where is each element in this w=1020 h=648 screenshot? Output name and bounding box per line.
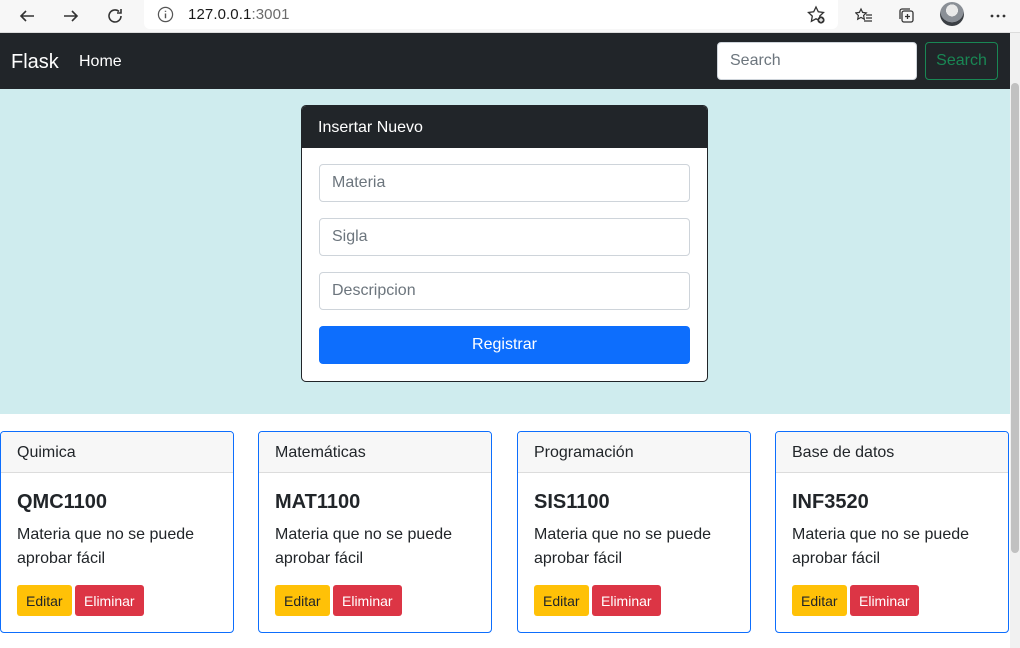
edit-button[interactable]: Editar — [17, 585, 72, 616]
profile-avatar[interactable] — [940, 2, 964, 26]
back-icon[interactable] — [13, 3, 41, 29]
course-code: SIS1100 — [534, 491, 610, 513]
scrollbar-thumb[interactable] — [1011, 83, 1019, 553]
course-description: Materia que no se puede aprobar fácil — [534, 526, 712, 567]
course-name: Matemáticas — [259, 432, 491, 473]
form-title: Insertar Nuevo — [302, 106, 707, 148]
collections-icon[interactable] — [893, 3, 921, 29]
course-description: Materia que no se puede aprobar fácil — [17, 526, 195, 567]
course-code: MAT1100 — [275, 491, 361, 513]
refresh-icon[interactable] — [101, 3, 129, 29]
course-code: INF3520 — [792, 491, 869, 513]
delete-button[interactable]: Eliminar — [333, 585, 402, 616]
url-text: 127.0.0.1:3001 — [188, 6, 290, 23]
nav-link-home[interactable]: Home — [79, 53, 122, 71]
edit-button[interactable]: Editar — [792, 585, 847, 616]
address-bar[interactable]: 127.0.0.1:3001 — [144, 0, 838, 29]
sigla-input[interactable] — [319, 218, 690, 256]
edit-button[interactable]: Editar — [534, 585, 589, 616]
delete-button[interactable]: Eliminar — [850, 585, 919, 616]
navbar-brand[interactable]: Flask — [11, 51, 59, 74]
course-card: Quimica QMC1100 Materia que no se puede … — [0, 431, 234, 633]
descripcion-input[interactable] — [319, 272, 690, 310]
more-icon[interactable] — [984, 3, 1012, 29]
course-description: Materia que no se puede aprobar fácil — [792, 526, 970, 567]
course-name: Programación — [518, 432, 750, 473]
course-name: Quimica — [1, 432, 233, 473]
url-port: :3001 — [251, 6, 290, 23]
delete-button[interactable]: Eliminar — [75, 585, 144, 616]
navbar: Flask Home Search — [0, 33, 1010, 89]
course-card: Matemáticas MAT1100 Materia que no se pu… — [258, 431, 492, 633]
course-card: Base de datos INF3520 Materia que no se … — [775, 431, 1009, 633]
favorites-icon[interactable] — [850, 3, 878, 29]
forward-icon[interactable] — [57, 3, 85, 29]
info-icon[interactable] — [156, 6, 174, 24]
edit-button[interactable]: Editar — [275, 585, 330, 616]
course-code: QMC1100 — [17, 491, 108, 513]
url-host: 127.0.0.1 — [188, 6, 252, 23]
insert-form-card: Insertar Nuevo Registrar — [301, 105, 708, 382]
add-favorite-icon[interactable] — [806, 5, 826, 25]
course-name: Base de datos — [776, 432, 1008, 473]
course-description: Materia que no se puede aprobar fácil — [275, 526, 453, 567]
search-input[interactable] — [717, 42, 917, 80]
delete-button[interactable]: Eliminar — [592, 585, 661, 616]
search-button[interactable]: Search — [925, 42, 998, 80]
materia-input[interactable] — [319, 164, 690, 202]
browser-toolbar: 127.0.0.1:3001 — [0, 0, 1020, 33]
register-button[interactable]: Registrar — [319, 326, 690, 364]
hero-section: Insertar Nuevo Registrar — [0, 89, 1010, 414]
page-scrollbar[interactable] — [1010, 33, 1020, 648]
course-card: Programación SIS1100 Materia que no se p… — [517, 431, 751, 633]
